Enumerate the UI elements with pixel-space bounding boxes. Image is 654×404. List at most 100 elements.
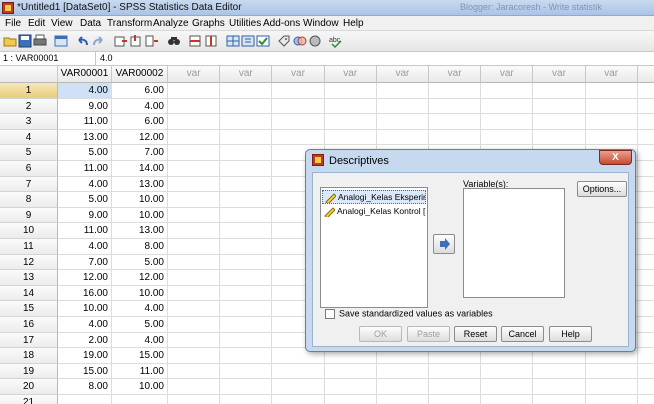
row-header[interactable]: 3	[0, 114, 58, 130]
empty-cell[interactable]	[220, 395, 273, 404]
row-header[interactable]: 4	[0, 129, 58, 146]
empty-cell[interactable]	[637, 161, 654, 177]
table-cell[interactable]: 13.00	[58, 129, 112, 146]
empty-cell[interactable]	[637, 301, 654, 317]
empty-cell[interactable]	[429, 129, 482, 146]
empty-cell[interactable]	[168, 363, 221, 380]
empty-cell[interactable]	[220, 239, 273, 255]
empty-cell[interactable]	[220, 363, 273, 380]
empty-cell[interactable]	[220, 285, 273, 302]
table-cell[interactable]: 6.00	[112, 114, 168, 130]
empty-cell[interactable]	[637, 98, 654, 115]
print-icon[interactable]	[33, 34, 47, 48]
empty-cell[interactable]	[272, 379, 325, 395]
table-cell[interactable]: 4.00	[58, 83, 112, 99]
reset-button[interactable]: Reset	[454, 326, 497, 342]
empty-cell[interactable]	[168, 270, 221, 286]
empty-cell[interactable]	[220, 83, 273, 99]
row-header[interactable]: 14	[0, 285, 58, 302]
row-header[interactable]: 5	[0, 145, 58, 161]
source-item-kontrol[interactable]: Analogi_Kelas Kontrol [...	[322, 205, 426, 219]
table-cell[interactable]: 11.00	[58, 161, 112, 177]
target-variable-list[interactable]	[463, 188, 565, 298]
empty-cell[interactable]	[220, 145, 273, 161]
source-item-eksperimen[interactable]: Analogi_Kelas Eksperim...	[322, 190, 426, 204]
empty-cell[interactable]	[168, 223, 221, 239]
row-header[interactable]: 16	[0, 317, 58, 333]
empty-cell[interactable]	[376, 98, 429, 115]
table-cell[interactable]: 10.00	[112, 207, 168, 224]
empty-cell[interactable]	[481, 114, 534, 130]
empty-cell[interactable]	[637, 176, 654, 193]
empty-cell[interactable]	[220, 348, 273, 364]
empty-cell[interactable]	[585, 114, 638, 130]
cancel-button[interactable]: Cancel	[501, 326, 544, 342]
show-all-icon[interactable]	[308, 34, 322, 48]
table-cell[interactable]: 5.00	[58, 145, 112, 161]
table-cell[interactable]: 15.00	[58, 363, 112, 380]
menu-file[interactable]: File	[5, 18, 21, 29]
insert-cases-icon[interactable]	[188, 34, 202, 48]
empty-cell[interactable]	[481, 363, 534, 380]
goto-case-icon[interactable]	[114, 34, 128, 48]
table-cell[interactable]: 4.00	[112, 98, 168, 115]
empty-cell[interactable]	[168, 83, 221, 99]
table-cell[interactable]: 12.00	[112, 129, 168, 146]
value-labels-icon[interactable]	[277, 34, 291, 48]
spelling-icon[interactable]: abc	[329, 34, 343, 48]
empty-cell[interactable]	[220, 223, 273, 239]
open-folder-icon[interactable]	[3, 34, 17, 48]
empty-cell[interactable]	[168, 114, 221, 130]
table-cell[interactable]: 7.00	[112, 145, 168, 161]
table-cell[interactable]: 19.00	[58, 348, 112, 364]
table-cell[interactable]: 11.00	[58, 223, 112, 239]
empty-cell[interactable]	[481, 98, 534, 115]
save-standardized-row[interactable]: Save standardized values as variables	[325, 308, 493, 322]
table-cell[interactable]: 5.00	[58, 192, 112, 208]
row-header[interactable]: 9	[0, 207, 58, 224]
empty-cell[interactable]	[220, 192, 273, 208]
empty-cell[interactable]	[168, 98, 221, 115]
empty-cell[interactable]	[324, 83, 377, 99]
table-cell[interactable]: 15.00	[112, 348, 168, 364]
table-cell[interactable]: 4.00	[112, 332, 168, 349]
empty-cell[interactable]	[637, 363, 654, 380]
empty-cell[interactable]	[376, 114, 429, 130]
empty-cell[interactable]	[272, 129, 325, 146]
column-header-var[interactable]: var	[429, 66, 482, 83]
empty-cell[interactable]	[168, 239, 221, 255]
empty-cell[interactable]	[324, 363, 377, 380]
empty-cell[interactable]	[220, 301, 273, 317]
options-button[interactable]: Options...	[577, 181, 627, 197]
table-cell[interactable]: 4.00	[58, 176, 112, 193]
table-cell[interactable]	[58, 395, 112, 404]
empty-cell[interactable]	[168, 317, 221, 333]
cell-value-input[interactable]: 4.0	[100, 53, 113, 63]
empty-cell[interactable]	[637, 207, 654, 224]
save-icon[interactable]	[18, 34, 32, 48]
table-cell[interactable]: 16.00	[58, 285, 112, 302]
empty-cell[interactable]	[168, 207, 221, 224]
row-header[interactable]: 13	[0, 270, 58, 286]
table-cell[interactable]: 11.00	[58, 114, 112, 130]
table-cell[interactable]: 4.00	[58, 239, 112, 255]
column-header-var00001[interactable]: VAR00001	[58, 66, 112, 83]
empty-cell[interactable]	[533, 83, 586, 99]
empty-cell[interactable]	[220, 114, 273, 130]
empty-cell[interactable]	[220, 254, 273, 271]
menu-transform[interactable]: Transform	[107, 18, 152, 29]
empty-cell[interactable]	[324, 395, 377, 404]
table-cell[interactable]: 2.00	[58, 332, 112, 349]
menu-view[interactable]: View	[51, 18, 73, 29]
empty-cell[interactable]	[637, 114, 654, 130]
close-button[interactable]: X	[599, 150, 632, 165]
empty-cell[interactable]	[376, 395, 429, 404]
empty-cell[interactable]	[637, 83, 654, 99]
table-cell[interactable]: 4.00	[58, 317, 112, 333]
empty-cell[interactable]	[637, 379, 654, 395]
empty-cell[interactable]	[481, 83, 534, 99]
column-header-var[interactable]: var	[324, 66, 377, 83]
empty-cell[interactable]	[376, 129, 429, 146]
empty-cell[interactable]	[376, 83, 429, 99]
empty-cell[interactable]	[220, 270, 273, 286]
